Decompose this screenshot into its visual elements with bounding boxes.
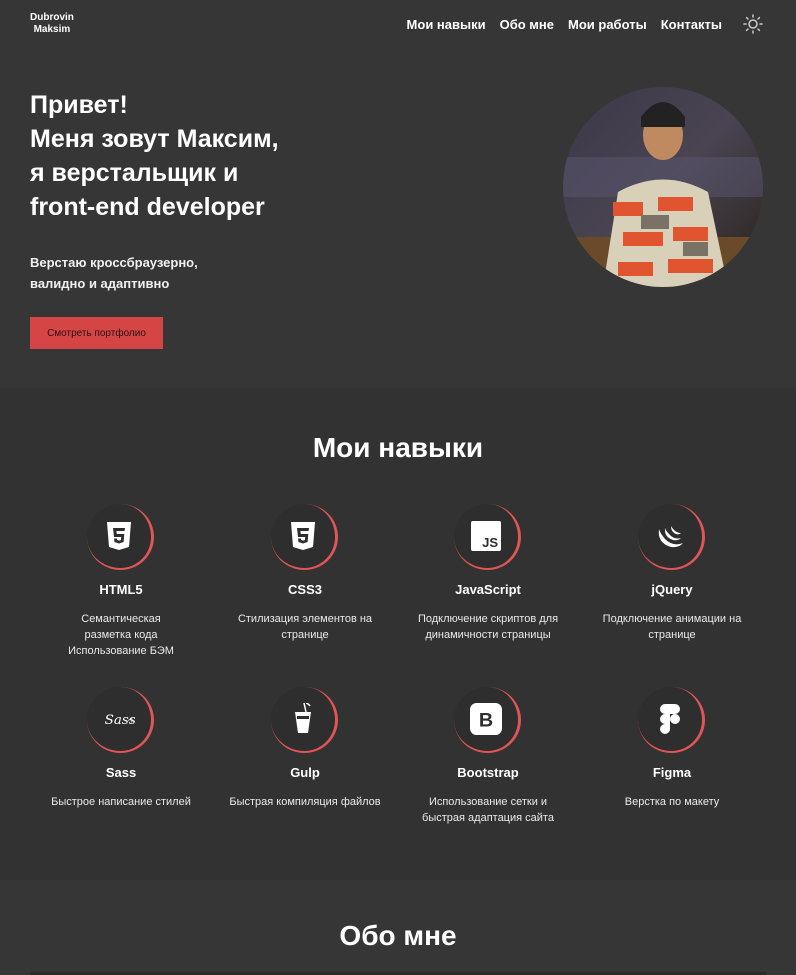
- skill-card-bootstrap: B Bootstrap Использование сетки и быстра…: [398, 687, 578, 826]
- skill-card-html5: HTML5 Семантическая разметка кода Исполь…: [31, 504, 211, 659]
- skill-card-figma: Figma Верстка по макету: [582, 687, 762, 810]
- about-title: Обо мне: [339, 920, 457, 951]
- svg-text:B: B: [479, 710, 493, 732]
- skill-card-sass: Sass Sass Быстрое написание стилей: [31, 687, 211, 810]
- nav-skills[interactable]: Мои навыки: [407, 17, 486, 32]
- skills-title: Мои навыки: [312, 432, 484, 463]
- nav-works[interactable]: Мои работы: [568, 17, 647, 32]
- main-nav: Мои навыки Обо мне Мои работы Контакты: [407, 17, 722, 32]
- logo[interactable]: Dubrovin Maksim: [30, 12, 74, 36]
- view-portfolio-button[interactable]: Смотреть портфолио: [30, 317, 163, 349]
- avatar: [563, 87, 763, 287]
- css3-icon: [287, 520, 319, 552]
- gulp-icon: [287, 703, 319, 735]
- hero-section: Привет! Меня зовут Максим, я верстальщик…: [0, 50, 796, 388]
- logo-line-2: Maksim: [33, 24, 71, 35]
- skill-card-jquery: jQuery Подключение анимации на странице: [582, 504, 762, 643]
- skill-card-javascript: JS JavaScript Подключение скриптов для д…: [398, 504, 578, 643]
- skills-section: Мои навыки HTML5 Семантическая разметка …: [0, 388, 796, 880]
- jquery-icon: [654, 520, 686, 552]
- sass-icon: Sass: [103, 703, 135, 735]
- nav-contacts[interactable]: Контакты: [661, 17, 722, 32]
- skill-card-css3: CSS3 Стилизация элементов на странице: [215, 504, 395, 643]
- figma-icon: [654, 703, 686, 735]
- html5-icon: [103, 520, 135, 552]
- site-header: Dubrovin Maksim Мои навыки Обо мне Мои р…: [0, 0, 796, 50]
- bootstrap-icon: B: [470, 703, 502, 735]
- sun-icon: [743, 14, 763, 34]
- svg-text:JS: JS: [482, 535, 498, 550]
- hero-subtitle: Верстаю кроссбраузерно, валидно и адапти…: [30, 255, 198, 291]
- about-section: Обо мне: [0, 880, 796, 975]
- nav-about[interactable]: Обо мне: [500, 17, 554, 32]
- hero-heading: Привет! Меня зовут Максим, я верстальщик…: [30, 91, 279, 221]
- theme-toggle-button[interactable]: [741, 12, 765, 36]
- skill-card-gulp: Gulp Быстрая компиляция файлов: [215, 687, 395, 810]
- logo-line-1: Dubrovin: [30, 12, 74, 23]
- svg-text:Sass: Sass: [105, 712, 135, 728]
- javascript-icon: JS: [470, 520, 502, 552]
